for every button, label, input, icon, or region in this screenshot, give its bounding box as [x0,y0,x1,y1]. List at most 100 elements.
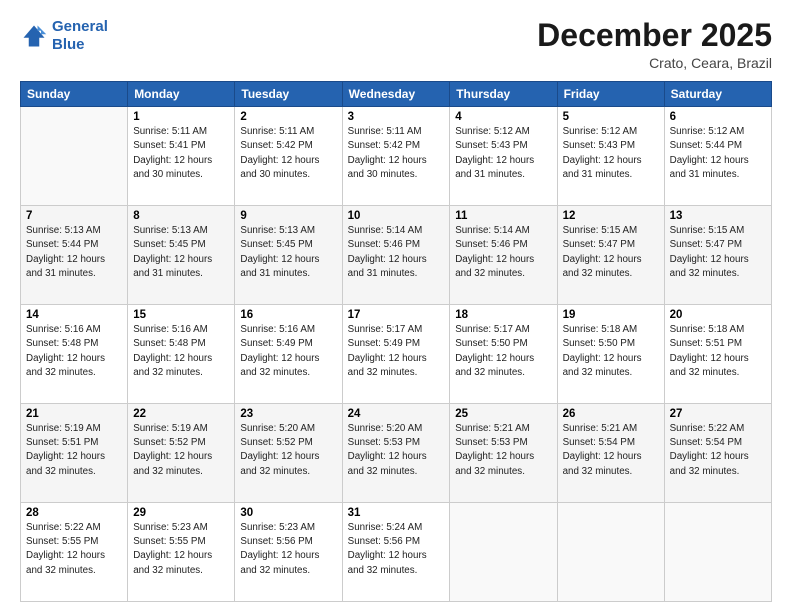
day-info: Sunrise: 5:15 AM Sunset: 5:47 PM Dayligh… [563,224,659,281]
day-number: 11 [455,210,551,222]
calendar-cell: 7 Sunrise: 5:13 AM Sunset: 5:44 PM Daylig… [21,206,128,305]
calendar-cell: 17 Sunrise: 5:17 AM Sunset: 5:49 PM Dayli… [342,305,450,404]
col-header-thursday: Thursday [450,82,557,107]
day-number: 3 [348,111,445,123]
calendar-week-row: 21 Sunrise: 5:19 AM Sunset: 5:51 PM Dayli… [21,404,772,503]
calendar-cell: 16 Sunrise: 5:16 AM Sunset: 5:49 PM Dayli… [235,305,342,404]
day-info: Sunrise: 5:21 AM Sunset: 5:53 PM Dayligh… [455,422,551,479]
day-number: 14 [26,309,122,321]
day-info: Sunrise: 5:12 AM Sunset: 5:43 PM Dayligh… [563,125,659,182]
day-info: Sunrise: 5:24 AM Sunset: 5:56 PM Dayligh… [348,521,445,578]
logo-line1: General [52,18,108,35]
day-info: Sunrise: 5:23 AM Sunset: 5:56 PM Dayligh… [240,521,336,578]
day-number: 28 [26,507,122,519]
day-info: Sunrise: 5:16 AM Sunset: 5:49 PM Dayligh… [240,323,336,380]
day-number: 26 [563,408,659,420]
calendar-cell: 24Sunrise: 5:20 AM Sunset: 5:53 PM Dayli… [342,404,450,503]
calendar-cell: 21 Sunrise: 5:19 AM Sunset: 5:51 PM Dayli… [21,404,128,503]
day-info: Sunrise: 5:12 AM Sunset: 5:44 PM Dayligh… [670,125,766,182]
day-info: Sunrise: 5:11 AM Sunset: 5:42 PM Dayligh… [240,125,336,182]
day-info: Sunrise: 5:13 AM Sunset: 5:45 PM Dayligh… [133,224,229,281]
day-info: Sunrise: 5:11 AM Sunset: 5:41 PM Dayligh… [133,125,229,182]
day-info: Sunrise: 5:12 AM Sunset: 5:43 PM Dayligh… [455,125,551,182]
day-info: Sunrise: 5:22 AM Sunset: 5:54 PM Dayligh… [670,422,766,479]
logo-icon [20,22,48,50]
day-number: 2 [240,111,336,123]
col-header-sunday: Sunday [21,82,128,107]
day-number: 17 [348,309,445,321]
calendar-cell: 8Sunrise: 5:13 AM Sunset: 5:45 PM Daylig… [128,206,235,305]
calendar-table: SundayMondayTuesdayWednesdayThursdayFrid… [20,81,772,602]
day-number: 29 [133,507,229,519]
calendar-cell: 23Sunrise: 5:20 AM Sunset: 5:52 PM Dayli… [235,404,342,503]
day-number: 16 [240,309,336,321]
calendar-cell [21,107,128,206]
day-number: 13 [670,210,766,222]
header: General Blue December 2025 Crato, Ceara,… [20,18,772,71]
col-header-friday: Friday [557,82,664,107]
day-number: 25 [455,408,551,420]
calendar-week-row: 1 Sunrise: 5:11 AM Sunset: 5:41 PM Daylig… [21,107,772,206]
day-number: 21 [26,408,122,420]
calendar-cell: 11 Sunrise: 5:14 AM Sunset: 5:46 PM Dayli… [450,206,557,305]
calendar-cell: 1 Sunrise: 5:11 AM Sunset: 5:41 PM Daylig… [128,107,235,206]
logo-text: General Blue [52,18,108,54]
calendar-cell: 3 Sunrise: 5:11 AM Sunset: 5:42 PM Daylig… [342,107,450,206]
day-info: Sunrise: 5:21 AM Sunset: 5:54 PM Dayligh… [563,422,659,479]
calendar-cell: 12 Sunrise: 5:15 AM Sunset: 5:47 PM Dayli… [557,206,664,305]
day-number: 6 [670,111,766,123]
day-info: Sunrise: 5:17 AM Sunset: 5:50 PM Dayligh… [455,323,551,380]
col-header-saturday: Saturday [664,82,771,107]
calendar-cell: 9 Sunrise: 5:13 AM Sunset: 5:45 PM Daylig… [235,206,342,305]
calendar-cell: 19 Sunrise: 5:18 AM Sunset: 5:50 PM Dayli… [557,305,664,404]
day-number: 10 [348,210,445,222]
calendar-cell: 28 Sunrise: 5:22 AM Sunset: 5:55 PM Dayli… [21,503,128,602]
calendar-cell: 18 Sunrise: 5:17 AM Sunset: 5:50 PM Dayli… [450,305,557,404]
calendar-cell: 26 Sunrise: 5:21 AM Sunset: 5:54 PM Dayli… [557,404,664,503]
calendar-cell: 6 Sunrise: 5:12 AM Sunset: 5:44 PM Daylig… [664,107,771,206]
day-info: Sunrise: 5:18 AM Sunset: 5:51 PM Dayligh… [670,323,766,380]
day-number: 15 [133,309,229,321]
calendar-header-row: SundayMondayTuesdayWednesdayThursdayFrid… [21,82,772,107]
calendar-cell: 25 Sunrise: 5:21 AM Sunset: 5:53 PM Dayli… [450,404,557,503]
day-info: Sunrise: 5:13 AM Sunset: 5:44 PM Dayligh… [26,224,122,281]
day-number: 7 [26,210,122,222]
day-number: 30 [240,507,336,519]
calendar-cell: 5Sunrise: 5:12 AM Sunset: 5:43 PM Daylig… [557,107,664,206]
day-info: Sunrise: 5:14 AM Sunset: 5:46 PM Dayligh… [455,224,551,281]
calendar-week-row: 28 Sunrise: 5:22 AM Sunset: 5:55 PM Dayli… [21,503,772,602]
day-number: 19 [563,309,659,321]
day-info: Sunrise: 5:19 AM Sunset: 5:51 PM Dayligh… [26,422,122,479]
title-block: December 2025 Crato, Ceara, Brazil [537,18,772,71]
calendar-cell: 30 Sunrise: 5:23 AM Sunset: 5:56 PM Dayli… [235,503,342,602]
day-number: 22 [133,408,229,420]
day-number: 27 [670,408,766,420]
day-number: 18 [455,309,551,321]
day-info: Sunrise: 5:19 AM Sunset: 5:52 PM Dayligh… [133,422,229,479]
col-header-tuesday: Tuesday [235,82,342,107]
calendar-cell: 10Sunrise: 5:14 AM Sunset: 5:46 PM Dayli… [342,206,450,305]
day-info: Sunrise: 5:13 AM Sunset: 5:45 PM Dayligh… [240,224,336,281]
calendar-cell: 20Sunrise: 5:18 AM Sunset: 5:51 PM Dayli… [664,305,771,404]
day-number: 23 [240,408,336,420]
calendar-cell: 4Sunrise: 5:12 AM Sunset: 5:43 PM Daylig… [450,107,557,206]
calendar-cell: 14 Sunrise: 5:16 AM Sunset: 5:48 PM Dayli… [21,305,128,404]
day-info: Sunrise: 5:22 AM Sunset: 5:55 PM Dayligh… [26,521,122,578]
day-number: 9 [240,210,336,222]
calendar-cell [557,503,664,602]
day-info: Sunrise: 5:18 AM Sunset: 5:50 PM Dayligh… [563,323,659,380]
logo: General Blue [20,18,108,54]
calendar-cell: 31 Sunrise: 5:24 AM Sunset: 5:56 PM Dayli… [342,503,450,602]
day-info: Sunrise: 5:16 AM Sunset: 5:48 PM Dayligh… [133,323,229,380]
day-number: 12 [563,210,659,222]
page: General Blue December 2025 Crato, Ceara,… [0,0,792,612]
day-info: Sunrise: 5:11 AM Sunset: 5:42 PM Dayligh… [348,125,445,182]
day-number: 1 [133,111,229,123]
logo-line2: Blue [52,36,85,53]
day-info: Sunrise: 5:16 AM Sunset: 5:48 PM Dayligh… [26,323,122,380]
day-info: Sunrise: 5:17 AM Sunset: 5:49 PM Dayligh… [348,323,445,380]
day-number: 31 [348,507,445,519]
calendar-cell: 22 Sunrise: 5:19 AM Sunset: 5:52 PM Dayli… [128,404,235,503]
calendar-cell: 29Sunrise: 5:23 AM Sunset: 5:55 PM Dayli… [128,503,235,602]
calendar-week-row: 7 Sunrise: 5:13 AM Sunset: 5:44 PM Daylig… [21,206,772,305]
